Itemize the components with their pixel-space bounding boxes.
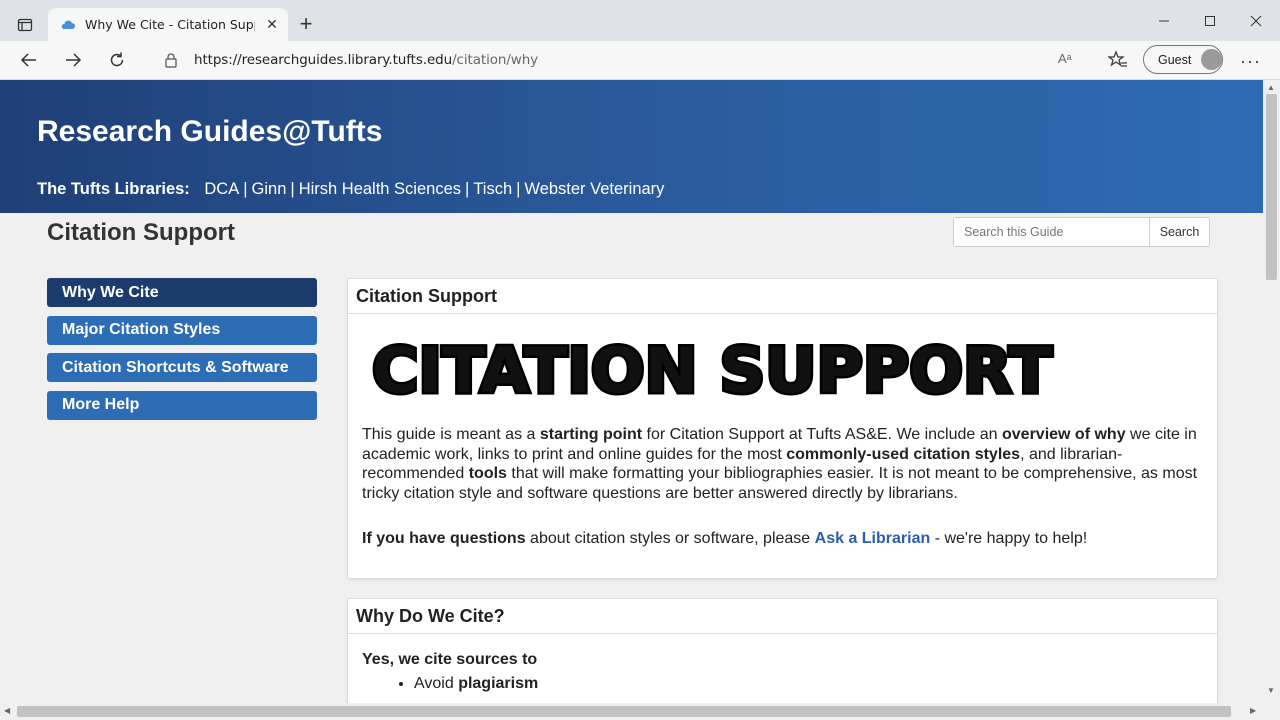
intro-paragraph: This guide is meant as a starting point … [362, 426, 1198, 502]
scroll-down-icon[interactable]: ▼ [1267, 686, 1275, 695]
close-window-icon[interactable] [1233, 10, 1279, 32]
reasons-list: Avoid plagiarism [362, 675, 538, 693]
library-link-hirsh[interactable]: Hirsh Health Sciences [299, 180, 461, 198]
scroll-left-icon[interactable]: ◀ [4, 706, 10, 715]
new-tab-icon[interactable]: + [296, 13, 316, 35]
questions-paragraph: If you have questions about citation sty… [362, 530, 1088, 547]
library-link-ginn[interactable]: Ginn [252, 180, 287, 198]
tab-close-icon[interactable]: ✕ [263, 16, 281, 33]
citation-support-box: Citation Support CITATION SUPPORT CITATI… [347, 278, 1218, 579]
citation-support-banner-image: CITATION SUPPORT CITATION SUPPORT [370, 334, 1055, 396]
horizontal-scrollbar[interactable]: ◀ ▶ [0, 703, 1263, 720]
scrollbar-thumb[interactable] [17, 706, 1231, 717]
read-aloud-icon[interactable]: Aᵃ [1058, 51, 1072, 66]
sidebar-item-major-citation-styles[interactable]: Major Citation Styles [47, 315, 317, 345]
libraries-nav: The Tufts Libraries: DCA | Ginn | Hirsh Heal… [37, 180, 664, 199]
scroll-right-icon[interactable]: ▶ [1250, 706, 1256, 715]
search-button[interactable]: Search [1149, 217, 1210, 247]
scroll-up-icon[interactable]: ▲ [1267, 83, 1275, 92]
separator: | [465, 180, 470, 198]
scrollbar-thumb[interactable] [1266, 94, 1277, 280]
navigation-bar: https://researchguides.library.tufts.edu… [0, 41, 1280, 80]
library-link-tisch[interactable]: Tisch [473, 180, 512, 198]
back-icon[interactable] [17, 49, 41, 71]
tab-actions-icon[interactable] [12, 12, 38, 38]
box-heading: Why Do We Cite? [348, 599, 1217, 634]
vertical-scrollbar[interactable]: ▲ ▼ [1263, 80, 1280, 703]
guide-search: Search [953, 217, 1210, 247]
lock-icon [165, 53, 177, 68]
profile-label: Guest [1158, 52, 1192, 67]
favorites-icon[interactable] [1107, 50, 1128, 70]
minimize-icon[interactable] [1141, 10, 1187, 32]
box-heading: Citation Support [348, 279, 1217, 314]
sidebar-item-why-we-cite[interactable]: Why We Cite [47, 278, 317, 307]
library-link-dca[interactable]: DCA [204, 180, 239, 198]
profile-button[interactable]: Guest [1143, 45, 1223, 74]
search-input[interactable] [953, 217, 1149, 247]
sidebar-item-more-help[interactable]: More Help [47, 390, 317, 420]
site-title[interactable]: Research Guides@Tufts [37, 115, 382, 149]
guide-sidebar: Why We Cite Major Citation Styles Citati… [47, 278, 317, 428]
url-text: https://researchguides.library.tufts.edu… [194, 52, 539, 68]
maximize-icon[interactable] [1187, 10, 1233, 32]
refresh-icon[interactable] [105, 49, 129, 71]
library-link-webster[interactable]: Webster Veterinary [524, 180, 664, 198]
separator: | [290, 180, 295, 198]
address-bar[interactable]: https://researchguides.library.tufts.edu… [146, 45, 1090, 75]
site-banner: Research Guides@Tufts The Tufts Librarie… [0, 80, 1263, 213]
more-options-icon[interactable]: ··· [1240, 51, 1261, 72]
forward-icon[interactable] [61, 49, 85, 71]
page-viewport: Research Guides@Tufts The Tufts Librarie… [0, 80, 1263, 703]
why-do-we-cite-box: Why Do We Cite? Yes, we cite sources to … [347, 598, 1218, 703]
cloud-favicon-icon [61, 20, 75, 29]
separator: | [516, 180, 521, 198]
browser-tab[interactable]: Why We Cite - Citation Support - ✕ [48, 8, 288, 41]
scrollbar-corner [1263, 703, 1280, 720]
list-item: Avoid plagiarism [414, 675, 538, 693]
svg-text:CITATION SUPPORT: CITATION SUPPORT [372, 334, 1052, 396]
ask-a-librarian-link[interactable]: Ask a Librarian [815, 530, 931, 547]
guide-title: Citation Support [47, 219, 235, 246]
separator: | [243, 180, 248, 198]
tab-title: Why We Cite - Citation Support - [85, 17, 255, 32]
tab-bar: Why We Cite - Citation Support - ✕ + [0, 0, 1280, 41]
sidebar-item-citation-shortcuts[interactable]: Citation Shortcuts & Software [47, 353, 317, 382]
avatar-icon [1201, 49, 1222, 70]
libraries-label: The Tufts Libraries: [37, 180, 190, 198]
box-lead-text: Yes, we cite sources to [362, 651, 538, 668]
